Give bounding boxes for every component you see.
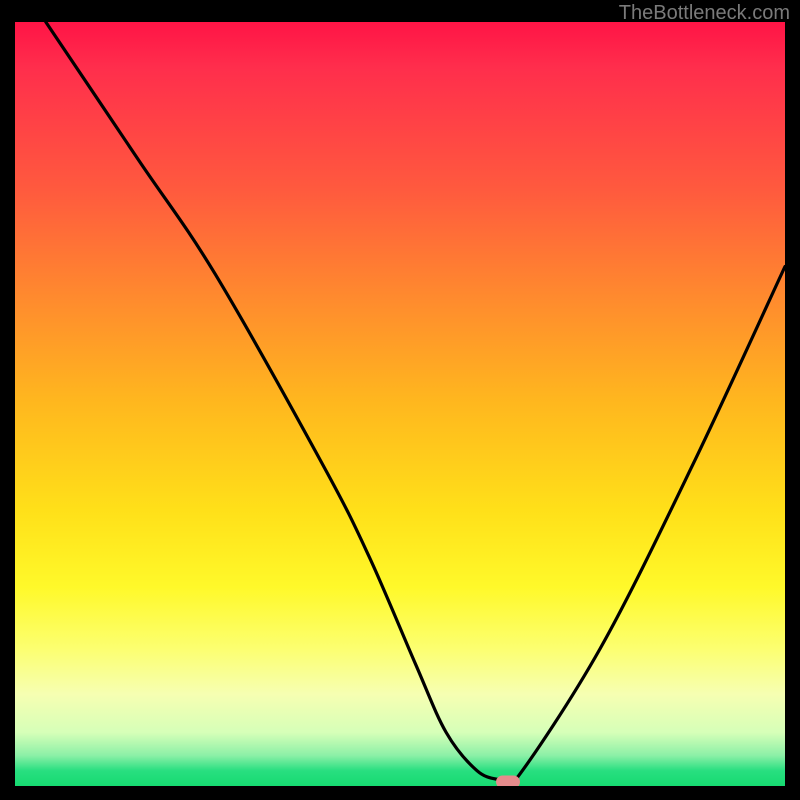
plot-area bbox=[15, 22, 785, 786]
optimum-marker bbox=[496, 776, 520, 786]
curve-layer bbox=[15, 22, 785, 786]
bottleneck-curve bbox=[46, 22, 785, 786]
chart-stage: TheBottleneck.com bbox=[0, 0, 800, 800]
